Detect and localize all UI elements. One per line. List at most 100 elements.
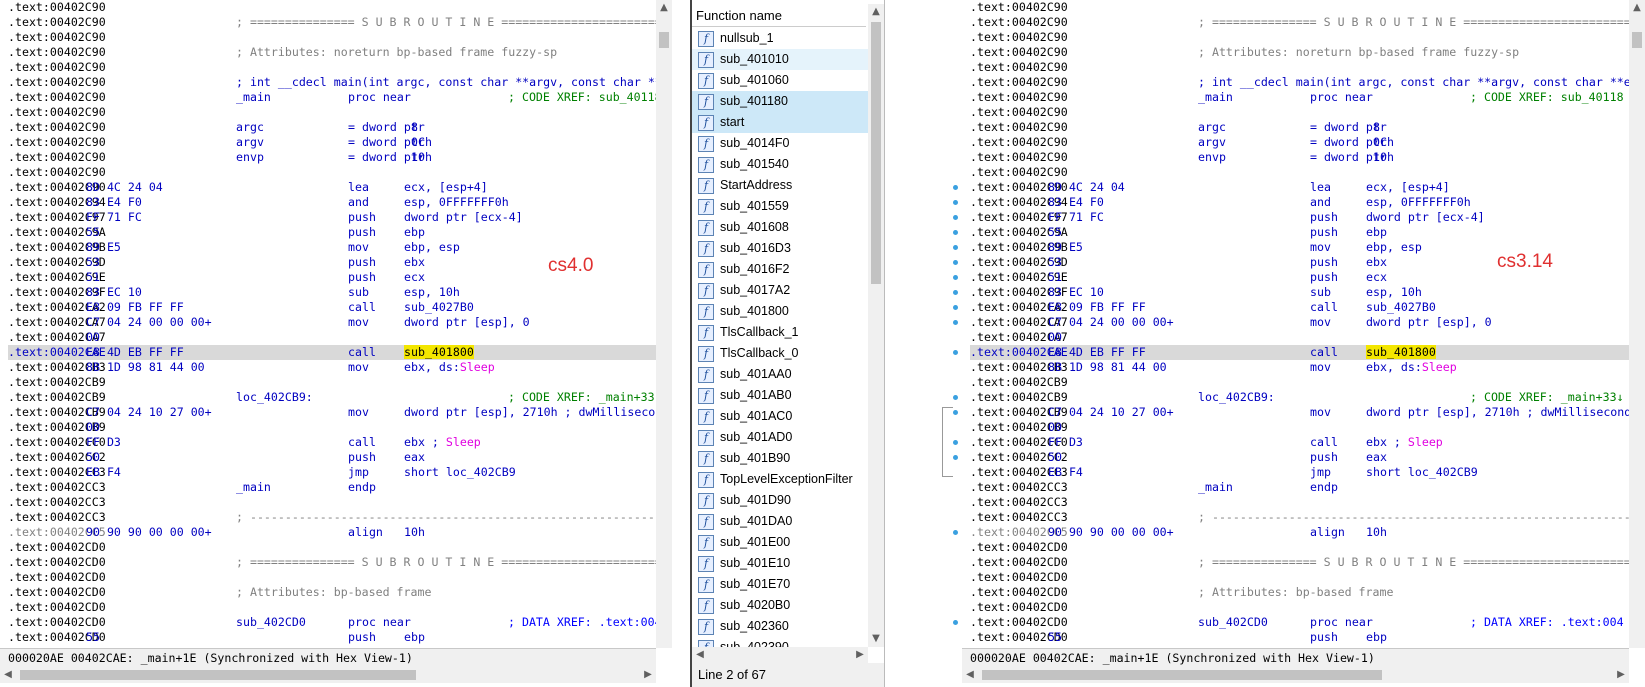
function-list-item[interactable]: f sub_401608: [692, 217, 868, 238]
address[interactable]: .text:00402CD0: [970, 570, 1068, 585]
operand[interactable]: ebp: [404, 630, 425, 645]
address[interactable]: .text:00402CD0: [8, 570, 106, 585]
mnemonic[interactable]: push: [348, 270, 376, 285]
code-line[interactable]: .text:00402CD0 ; =============== S U B R …: [970, 555, 1645, 570]
address[interactable]: .text:00402C90: [8, 45, 106, 60]
disassembly-pane-left[interactable]: .text:00402C90 .text:00402C90; ==========…: [0, 0, 672, 687]
operand[interactable]: 8: [1366, 120, 1380, 135]
mnemonic[interactable]: mov: [348, 405, 369, 420]
function-declaration[interactable]: ; int __cdecl main(int argc, const char …: [1198, 75, 1631, 90]
opcode-bytes[interactable]: 90 90 90 00 00 00+: [86, 525, 212, 540]
opcode-bytes[interactable]: C7 04 24 00 00 00+: [86, 315, 212, 330]
code-line[interactable]: .text:00402CA2 E8 09 FB FF FF call sub_4027…: [8, 300, 672, 315]
opcode-bytes[interactable]: E8 09 FB FF FF: [86, 300, 184, 315]
mnemonic[interactable]: lea: [348, 180, 369, 195]
mnemonic[interactable]: push: [348, 630, 376, 645]
opcode-bytes[interactable]: 00: [1048, 420, 1062, 435]
opcode-bytes[interactable]: 00: [86, 330, 100, 345]
opcode-bytes[interactable]: E8 4D EB FF FF: [86, 345, 184, 360]
address[interactable]: .text:00402C90: [970, 0, 1068, 15]
code-line[interactable]: .text:00402CA7 00: [8, 330, 672, 345]
mnemonic[interactable]: proc near: [1310, 90, 1373, 105]
function-list-item[interactable]: f start: [692, 112, 868, 133]
operand[interactable]: ebx ; Sleep: [404, 435, 481, 450]
mnemonic[interactable]: and: [1310, 195, 1331, 210]
code-line[interactable]: .text:00402CC5 90 90 90 00 00 00+ align 10h: [8, 525, 672, 540]
code-xref[interactable]: ; CODE XREF: sub_40118: [508, 90, 662, 105]
code-line[interactable]: .text:00402C90: [8, 60, 672, 75]
code-line[interactable]: .text:00402C90 _main proc near ; CODE XREF:…: [970, 90, 1645, 105]
code-line[interactable]: .text:00402CA7 C7 04 24 00 00 00+ mov dword…: [970, 315, 1645, 330]
code-line[interactable]: .text:00402CB9: [8, 375, 672, 390]
address[interactable]: .text:00402CD0: [8, 555, 106, 570]
opcode-bytes[interactable]: 83 E4 F0: [86, 195, 142, 210]
mnemonic[interactable]: call: [348, 435, 376, 450]
mnemonic[interactable]: mov: [1310, 315, 1331, 330]
code-line[interactable]: .text:00402CC3: [8, 495, 672, 510]
operand[interactable]: ebp, esp: [1366, 240, 1422, 255]
operand[interactable]: dword ptr [ecx-4]: [404, 210, 523, 225]
disassembly-listing[interactable]: .text:00402C90 .text:00402C90; ==========…: [970, 0, 1645, 648]
comment[interactable]: ; --------------------------------------…: [1198, 510, 1645, 525]
function-list-item[interactable]: f nullsub_1: [692, 28, 868, 49]
address[interactable]: .text:00402CC3: [970, 480, 1068, 495]
address[interactable]: .text:00402CB9: [8, 390, 106, 405]
code-line[interactable]: .text:00402CD0: [8, 570, 672, 585]
function-list-item[interactable]: f sub_4016D3: [692, 238, 868, 259]
mnemonic[interactable]: proc near: [348, 615, 411, 630]
scroll-left-icon[interactable]: ◀: [962, 667, 978, 683]
mnemonic[interactable]: call: [1310, 345, 1338, 360]
code-line[interactable]: .text:00402CD0 sub_402CD0 proc near ; DATA …: [8, 615, 672, 630]
label[interactable]: loc_402CB9:: [1198, 390, 1275, 405]
code-line[interactable]: .text:00402CA7 C7 04 24 00 00 00+ mov dword…: [8, 315, 672, 330]
function-list-item[interactable]: f sub_4020B0: [692, 595, 868, 616]
address[interactable]: .text:00402C90: [970, 90, 1068, 105]
mnemonic[interactable]: call: [1310, 300, 1338, 315]
operand[interactable]: 10h: [1366, 525, 1387, 540]
label[interactable]: _main: [1198, 480, 1233, 495]
operand[interactable]: ecx: [404, 270, 425, 285]
mnemonic[interactable]: push: [1310, 210, 1338, 225]
code-line[interactable]: .text:00402CB9 loc_402CB9: ; CODE XREF: _m…: [8, 390, 672, 405]
function-list[interactable]: f nullsub_1 f sub_401010 f sub_401060 f sub_401…: [692, 28, 868, 648]
code-line[interactable]: .text:00402CC3 EB F4 jmp short loc_402CB9: [8, 465, 672, 480]
mnemonic[interactable]: push: [1310, 255, 1338, 270]
address[interactable]: .text:00402C90: [8, 135, 106, 150]
operand[interactable]: sub_4027B0: [404, 300, 474, 315]
code-line[interactable]: .text:00402CAE E8 4D EB FF FF call sub_4018…: [8, 345, 672, 360]
address[interactable]: .text:00402CD0: [8, 615, 106, 630]
operand[interactable]: 0Ch: [1366, 135, 1394, 150]
code-line[interactable]: .text:00402C90 ; Attributes: noreturn bp-…: [8, 45, 672, 60]
address[interactable]: .text:00402C90: [970, 45, 1068, 60]
address[interactable]: .text:00402CD0: [970, 615, 1068, 630]
address[interactable]: .text:00402C90: [970, 120, 1068, 135]
operand[interactable]: ebp: [404, 225, 425, 240]
code-line[interactable]: .text:00402C9A 55 push ebp: [8, 225, 672, 240]
mnemonic[interactable]: call: [348, 345, 376, 360]
code-line[interactable]: .text:00402C90 ; Attributes: noreturn bp-…: [970, 45, 1645, 60]
function-list-item[interactable]: f sub_4014F0: [692, 133, 868, 154]
code-line[interactable]: .text:00402CD0 ; =============== S U B R …: [8, 555, 672, 570]
function-list-item[interactable]: f sub_401010: [692, 49, 868, 70]
operand[interactable]: sub_4027B0: [1366, 300, 1436, 315]
code-xref[interactable]: ; CODE XREF: sub_40118: [1470, 90, 1624, 105]
code-line[interactable]: .text:00402CC5 90 90 90 00 00 00+ align 10h: [970, 525, 1645, 540]
scroll-up-icon[interactable]: ▲: [1629, 0, 1645, 16]
code-line[interactable]: .text:00402CB9 00: [8, 420, 672, 435]
opcode-bytes[interactable]: EB F4: [86, 465, 121, 480]
code-line[interactable]: .text:00402C90 ; =============== S U B R …: [8, 15, 672, 30]
opcode-bytes[interactable]: 00: [86, 420, 100, 435]
operand[interactable]: ecx, [esp+4]: [404, 180, 488, 195]
address[interactable]: .text:00402C90: [8, 120, 106, 135]
address[interactable]: .text:00402CB9: [8, 375, 106, 390]
code-line[interactable]: .text:00402CA7 00: [970, 330, 1645, 345]
code-line[interactable]: .text:00402CD0: [970, 600, 1645, 615]
scroll-down-icon[interactable]: ▼: [868, 631, 884, 647]
opcode-bytes[interactable]: FF D3: [86, 435, 121, 450]
code-line[interactable]: .text:00402C9F 83 EC 10 sub esp, 10h: [970, 285, 1645, 300]
label[interactable]: _main: [1198, 90, 1233, 105]
scroll-right-icon[interactable]: ▶: [640, 667, 656, 683]
opcode-bytes[interactable]: 8B 1D 98 81 44 00: [86, 360, 205, 375]
address[interactable]: .text:00402CD0: [8, 540, 106, 555]
operand[interactable]: 10h: [404, 525, 425, 540]
